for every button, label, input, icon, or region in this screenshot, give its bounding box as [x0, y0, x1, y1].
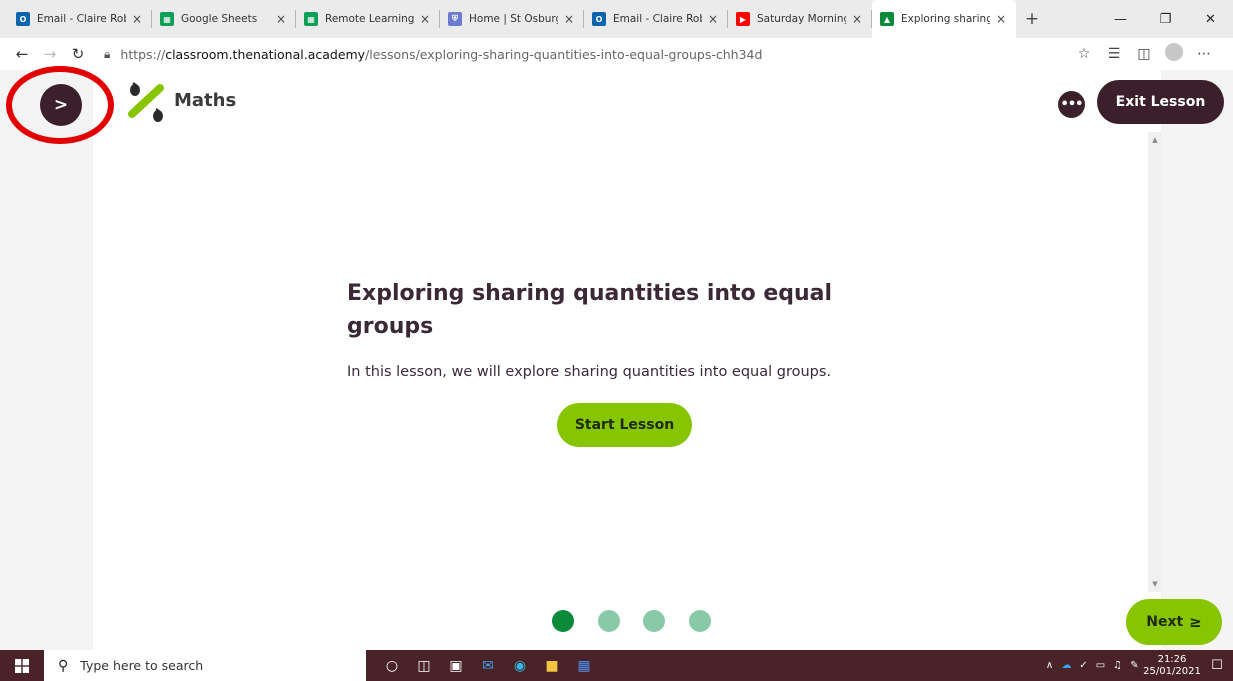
browser-tab[interactable]: ▦ Remote Learning × [296, 0, 440, 38]
clock[interactable]: 21:26 25/01/2021 [1143, 654, 1201, 678]
minimize-icon[interactable]: — [1098, 0, 1143, 38]
url-field[interactable]: 🔒︎ https://classroom.thenational.academy… [104, 41, 984, 67]
oak-icon: ▲ [880, 12, 894, 26]
step-dot[interactable] [552, 610, 574, 632]
notifications-icon[interactable]: ☐ [1201, 658, 1233, 673]
url-domain: classroom.thenational.academy [165, 46, 366, 62]
clock-time: 21:26 [1157, 653, 1187, 665]
address-toolbar: ← → ↻ 🔒︎ https://classroom.thenational.a… [0, 38, 1233, 70]
close-tab-icon[interactable]: × [850, 12, 864, 26]
word-icon[interactable]: ▦ [568, 650, 600, 681]
volume-icon[interactable]: ♫ [1109, 660, 1126, 671]
highlight-circle [6, 66, 114, 144]
exit-lesson-button[interactable]: Exit Lesson [1097, 80, 1224, 124]
maths-logo-icon [128, 82, 164, 122]
tab-title: Exploring sharing [901, 13, 990, 25]
url-prefix: https:// [120, 46, 166, 62]
refresh-icon[interactable]: ↻ [64, 45, 92, 63]
windows-logo-icon [15, 658, 29, 673]
next-label: Next [1146, 614, 1184, 630]
step-indicator [552, 610, 734, 632]
sheets-icon: ▦ [160, 12, 174, 26]
subject-title: Maths [174, 90, 237, 111]
browser-tab-strip: O Email - Claire Rob × ▦ Google Sheets × ▦ Remo… [0, 0, 1233, 38]
left-margin [0, 70, 93, 650]
back-icon[interactable]: ← [8, 45, 36, 63]
sheets-icon: ▦ [304, 12, 318, 26]
window-controls: — ❐ ✕ [1098, 0, 1233, 38]
more-options-button[interactable]: ••• [1058, 91, 1085, 118]
tab-title: Google Sheets [181, 13, 258, 25]
close-tab-icon[interactable]: × [130, 12, 144, 26]
outlook-icon: O [592, 12, 606, 26]
url-path: /lessons/exploring-sharing-quantities-in… [365, 46, 763, 62]
task-view-icon[interactable]: ◫ [408, 650, 440, 681]
forward-icon[interactable]: → [36, 45, 64, 63]
new-tab-button[interactable]: + [1020, 9, 1044, 29]
search-placeholder: Type here to search [80, 658, 204, 673]
scrollbar[interactable]: ▲ ▼ [1148, 132, 1162, 592]
lesson-page: ▲ ▼ > Maths ••• Exit Lesson Exploring sh… [0, 66, 1233, 650]
scroll-up-icon[interactable]: ▲ [1148, 136, 1162, 144]
lesson-title: Exploring sharing quantities into equal … [347, 281, 833, 339]
browser-tab[interactable]: ⛨ Home | St Osburg × [440, 0, 584, 38]
start-lesson-button[interactable]: Start Lesson [557, 403, 692, 447]
tab-list: O Email - Claire Rob × ▦ Google Sheets × ▦ Remo… [8, 0, 1016, 38]
lesson-description: In this lesson, we will explore sharing … [347, 364, 832, 380]
close-tab-icon[interactable]: × [418, 12, 432, 26]
windows-taskbar: ⚲ Type here to search ○ ◫ ▣ ✉ ◉ ■ ▦ ∧ ☁ … [0, 650, 1233, 681]
more-options-icon[interactable]: ⋯ [1189, 46, 1219, 62]
close-tab-icon[interactable]: × [562, 12, 576, 26]
tab-title: Home | St Osburg [469, 13, 558, 25]
file-explorer-icon[interactable]: ■ [536, 650, 568, 681]
browser-tab[interactable]: ▦ Google Sheets × [152, 0, 296, 38]
wifi-icon[interactable]: ✓ [1075, 660, 1092, 671]
battery-icon[interactable]: ▭ [1092, 660, 1109, 671]
browser-tab[interactable]: ▶ Saturday Morning × [728, 0, 872, 38]
tab-title: Remote Learning [325, 13, 414, 25]
close-tab-icon[interactable]: × [706, 12, 720, 26]
right-margin [1161, 70, 1233, 650]
step-dot[interactable] [597, 610, 620, 632]
scroll-down-icon[interactable]: ▼ [1148, 580, 1162, 588]
browser-tab[interactable]: ▲ Exploring sharing × [872, 0, 1016, 38]
favorites-list-icon[interactable]: ☰ [1099, 46, 1129, 62]
cortana-icon[interactable]: ○ [376, 650, 408, 681]
toolbar-icons: ☆ ☰ ◫ ⋯ [1069, 38, 1219, 70]
favorite-star-icon[interactable]: ☆ [1069, 46, 1099, 62]
taskbar-search[interactable]: ⚲ Type here to search [44, 650, 366, 681]
store-icon[interactable]: ▣ [440, 650, 472, 681]
mail-icon[interactable]: ✉ [472, 650, 504, 681]
next-button[interactable]: Next ≥ [1126, 599, 1222, 645]
lock-icon: 🔒︎ [104, 46, 111, 61]
close-tab-icon[interactable]: × [274, 12, 288, 26]
search-icon: ⚲ [58, 657, 69, 674]
close-tab-icon[interactable]: × [994, 12, 1008, 26]
edge-icon[interactable]: ◉ [504, 650, 536, 681]
close-window-icon[interactable]: ✕ [1188, 0, 1233, 38]
clock-date: 25/01/2021 [1143, 665, 1201, 677]
tab-title: Saturday Morning [757, 13, 846, 25]
restore-icon[interactable]: ❐ [1143, 0, 1188, 38]
shield-icon: ⛨ [448, 12, 462, 26]
onedrive-icon[interactable]: ☁ [1058, 660, 1075, 671]
pen-icon[interactable]: ✎ [1126, 660, 1143, 671]
browser-tab[interactable]: O Email - Claire Rob × [584, 0, 728, 38]
profile-avatar[interactable] [1159, 43, 1189, 65]
step-dot[interactable] [688, 610, 711, 632]
browser-tab[interactable]: O Email - Claire Rob × [8, 0, 152, 38]
system-tray: ∧ ☁ ✓ ▭ ♫ ✎ 21:26 25/01/2021 ☐ [1041, 650, 1233, 681]
show-hidden-icons[interactable]: ∧ [1041, 660, 1058, 671]
tab-title: Email - Claire Rob [37, 13, 126, 25]
step-dot[interactable] [643, 610, 665, 632]
tab-title: Email - Claire Rob [613, 13, 702, 25]
youtube-icon: ▶ [736, 12, 750, 26]
next-arrow-icon: ≥ [1189, 613, 1202, 631]
start-button[interactable] [0, 650, 44, 681]
outlook-icon: O [16, 12, 30, 26]
collections-icon[interactable]: ◫ [1129, 46, 1159, 62]
